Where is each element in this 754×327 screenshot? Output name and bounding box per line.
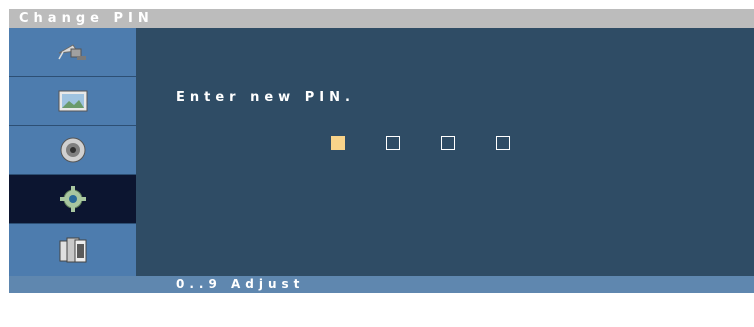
enter-icon: ↵ <box>439 294 450 308</box>
sidebar <box>9 28 136 276</box>
sidebar-item-picture[interactable] <box>9 77 136 126</box>
pin-digit-3[interactable] <box>441 136 455 150</box>
return-label: Return <box>630 294 707 308</box>
return-hint[interactable]: ↺ Return <box>562 276 706 327</box>
gear-icon <box>59 185 87 213</box>
enter-label: Enter <box>452 294 514 308</box>
content-area: Enter new PIN. <box>136 28 754 276</box>
picture-icon <box>57 88 89 114</box>
sidebar-item-input[interactable] <box>9 28 136 77</box>
pin-digit-4[interactable] <box>496 136 510 150</box>
sidebar-item-sound[interactable] <box>9 126 136 175</box>
satellite-dish-icon <box>55 39 91 65</box>
enter-hint[interactable]: ↵ Enter <box>384 276 514 327</box>
osd-window: Change PIN Enter new PIN. 0..9 Adjust ↵ … <box>9 9 754 308</box>
pin-digit-2[interactable] <box>386 136 400 150</box>
window-title: Change PIN <box>9 9 754 28</box>
speaker-icon <box>59 136 87 164</box>
return-icon: ↺ <box>617 294 628 308</box>
multi-window-icon <box>58 235 88 265</box>
sidebar-item-setup[interactable] <box>9 175 136 224</box>
pin-digit-1[interactable] <box>331 136 345 150</box>
prompt-text: Enter new PIN. <box>176 90 355 105</box>
sidebar-item-multi-window[interactable] <box>9 224 136 276</box>
footer-bar: 0..9 Adjust ↵ Enter ↺ Return <box>9 276 754 308</box>
adjust-hint: 0..9 Adjust <box>176 277 305 291</box>
